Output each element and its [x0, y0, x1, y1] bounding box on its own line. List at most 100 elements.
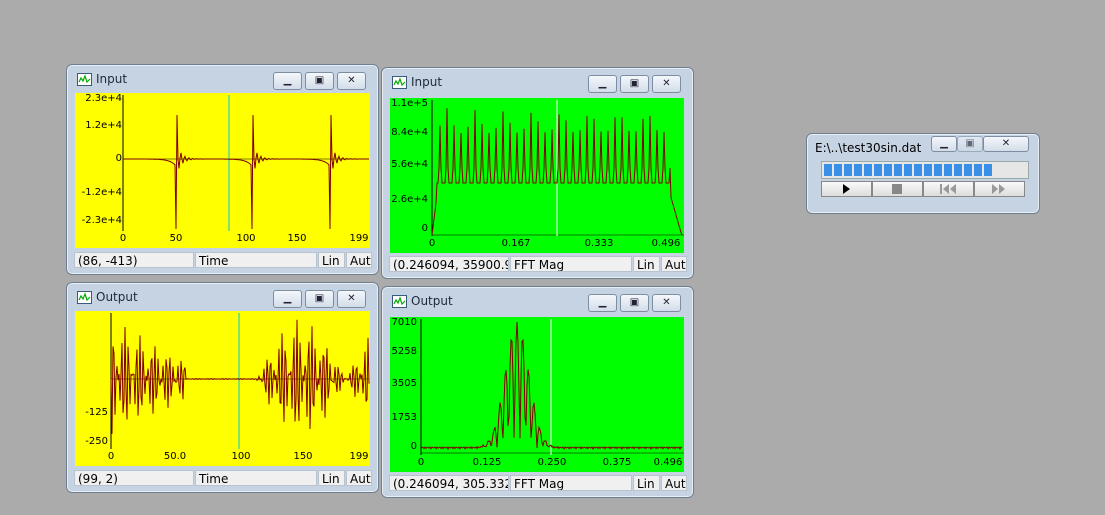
player-window[interactable]: E:\..\test30sin.dat ▁ ▣ ✕ [806, 133, 1040, 214]
fast-forward-icon [992, 184, 1005, 194]
title-bar[interactable]: Output ▁ ▣ ✕ [67, 283, 378, 311]
title-bar[interactable]: Input ▁ ▣ ✕ [67, 65, 378, 93]
progress-segment [984, 164, 992, 176]
y-tick: 7010 [391, 317, 417, 328]
output-fft-window[interactable]: Output ▁ ▣ ✕ 7010 5258 3505 1753 0 0 0.1… [381, 286, 694, 498]
window-title: Output [411, 294, 453, 308]
close-button[interactable]: ✕ [983, 136, 1029, 152]
maximize-button[interactable]: ▣ [305, 290, 334, 308]
maximize-button[interactable]: ▣ [305, 72, 334, 90]
maximize-button: ▣ [957, 136, 983, 152]
progress-segment [834, 164, 842, 176]
title-bar[interactable]: E:\..\test30sin.dat ▁ ▣ ✕ [807, 134, 1039, 158]
time-plot[interactable]: 2.3e+4 1.2e+4 0 -1.2e+4 -2.3e+4 0 50 100… [75, 93, 370, 248]
x-tick: 0.496 [653, 457, 683, 468]
maximize-icon: ▣ [314, 75, 325, 86]
close-icon: ✕ [347, 75, 356, 86]
mode-field[interactable]: Time [195, 252, 317, 268]
status-bar: (0.246094, 35900.9) FFT Mag Lin Aut [389, 256, 687, 273]
progress-segment [924, 164, 932, 176]
minimize-icon: ▁ [283, 293, 292, 304]
progress-segment [974, 164, 982, 176]
auto-field[interactable]: Aut [346, 252, 372, 268]
rewind-button[interactable] [923, 181, 974, 197]
progress-segment [824, 164, 832, 176]
minimize-button[interactable]: ▁ [588, 75, 617, 93]
mode-field[interactable]: FFT Mag [510, 256, 632, 272]
status-bar: (99, 2) Time Lin Aut [74, 470, 372, 487]
x-tick: 0 [428, 238, 436, 249]
progress-segment [844, 164, 852, 176]
x-tick: 50 [169, 233, 183, 244]
input-time-window[interactable]: Input ▁ ▣ ✕ 2.3e+4 1.2e+4 0 -1.2e+4 -2.3… [66, 64, 379, 275]
close-button[interactable]: ✕ [337, 72, 366, 90]
auto-field[interactable]: Aut [346, 470, 372, 486]
window-title: Output [96, 290, 138, 304]
cursor-readout: (0.246094, 305.332) [389, 475, 509, 491]
window-title: Input [96, 72, 128, 86]
maximize-button[interactable]: ▣ [620, 75, 649, 93]
time-plot[interactable]: -125 -250 0 50.0 100 150 199 [75, 311, 370, 466]
auto-field[interactable]: Aut [661, 256, 687, 272]
y-tick: -125 [85, 407, 108, 418]
progress-segment [904, 164, 912, 176]
y-tick: 5258 [391, 346, 417, 357]
progress-segment [854, 164, 862, 176]
status-bar: (86, -413) Time Lin Aut [74, 252, 372, 269]
mode-field[interactable]: FFT Mag [510, 475, 632, 491]
y-tick: 5.6e+4 [391, 159, 428, 170]
x-tick: 50.0 [163, 451, 187, 462]
stop-button[interactable] [872, 181, 923, 197]
minimize-button[interactable]: ▁ [273, 290, 302, 308]
scale-field[interactable]: Lin [633, 256, 660, 272]
y-tick: 0 [410, 441, 417, 452]
scale-field[interactable]: Lin [318, 252, 345, 268]
title-bar[interactable]: Output ▁ ▣ ✕ [382, 287, 693, 315]
y-tick: 3505 [391, 378, 417, 389]
minimize-button[interactable]: ▁ [588, 294, 617, 312]
progress-bar [821, 161, 1029, 179]
close-button[interactable]: ✕ [337, 290, 366, 308]
cursor-readout: (86, -413) [74, 252, 194, 268]
y-tick: -2.3e+4 [81, 215, 122, 226]
time-plot-svg [110, 313, 370, 449]
minimize-icon: ▁ [283, 75, 292, 86]
progress-segment [954, 164, 962, 176]
progress-segment [914, 164, 922, 176]
progress-segment [864, 164, 872, 176]
scope-icon [77, 73, 92, 86]
x-tick: 100 [231, 451, 251, 462]
progress-segment [894, 164, 902, 176]
fft-plot[interactable]: 1.1e+5 8.4e+4 5.6e+4 2.6e+4 0 0 0.167 0.… [390, 98, 684, 253]
input-fft-window[interactable]: Input ▁ ▣ ✕ 1.1e+5 8.4e+4 5.6e+4 2.6e+4 … [381, 67, 694, 279]
y-tick: 2.3e+4 [85, 93, 122, 104]
x-tick: 0.250 [537, 457, 567, 468]
mode-field[interactable]: Time [195, 470, 317, 486]
close-icon: ✕ [662, 297, 671, 308]
minimize-button[interactable]: ▁ [931, 136, 957, 152]
fft-plot[interactable]: 7010 5258 3505 1753 0 0 0.125 0.250 0.37… [390, 317, 684, 472]
scale-field[interactable]: Lin [318, 470, 345, 486]
y-tick: -250 [85, 436, 108, 447]
maximize-button[interactable]: ▣ [620, 294, 649, 312]
scope-icon [392, 295, 407, 308]
close-button[interactable]: ✕ [652, 294, 681, 312]
title-bar[interactable]: Input ▁ ▣ ✕ [382, 68, 693, 96]
stop-icon [892, 184, 902, 194]
y-tick: 0 [421, 223, 428, 234]
x-tick: 0 [107, 451, 115, 462]
y-tick: 8.4e+4 [391, 127, 428, 138]
x-tick: 0.167 [501, 238, 531, 249]
minimize-icon: ▁ [598, 78, 607, 89]
maximize-icon: ▣ [965, 138, 975, 149]
x-tick: 0.375 [602, 457, 632, 468]
scale-field[interactable]: Lin [633, 475, 660, 491]
close-icon: ✕ [347, 293, 356, 304]
close-button[interactable]: ✕ [652, 75, 681, 93]
play-button[interactable] [821, 181, 872, 197]
fast-forward-button[interactable] [974, 181, 1025, 197]
x-tick: 0.333 [584, 238, 614, 249]
auto-field[interactable]: Aut [661, 475, 687, 491]
minimize-button[interactable]: ▁ [273, 72, 302, 90]
output-time-window[interactable]: Output ▁ ▣ ✕ -125 -250 0 50.0 100 150 19… [66, 282, 379, 493]
